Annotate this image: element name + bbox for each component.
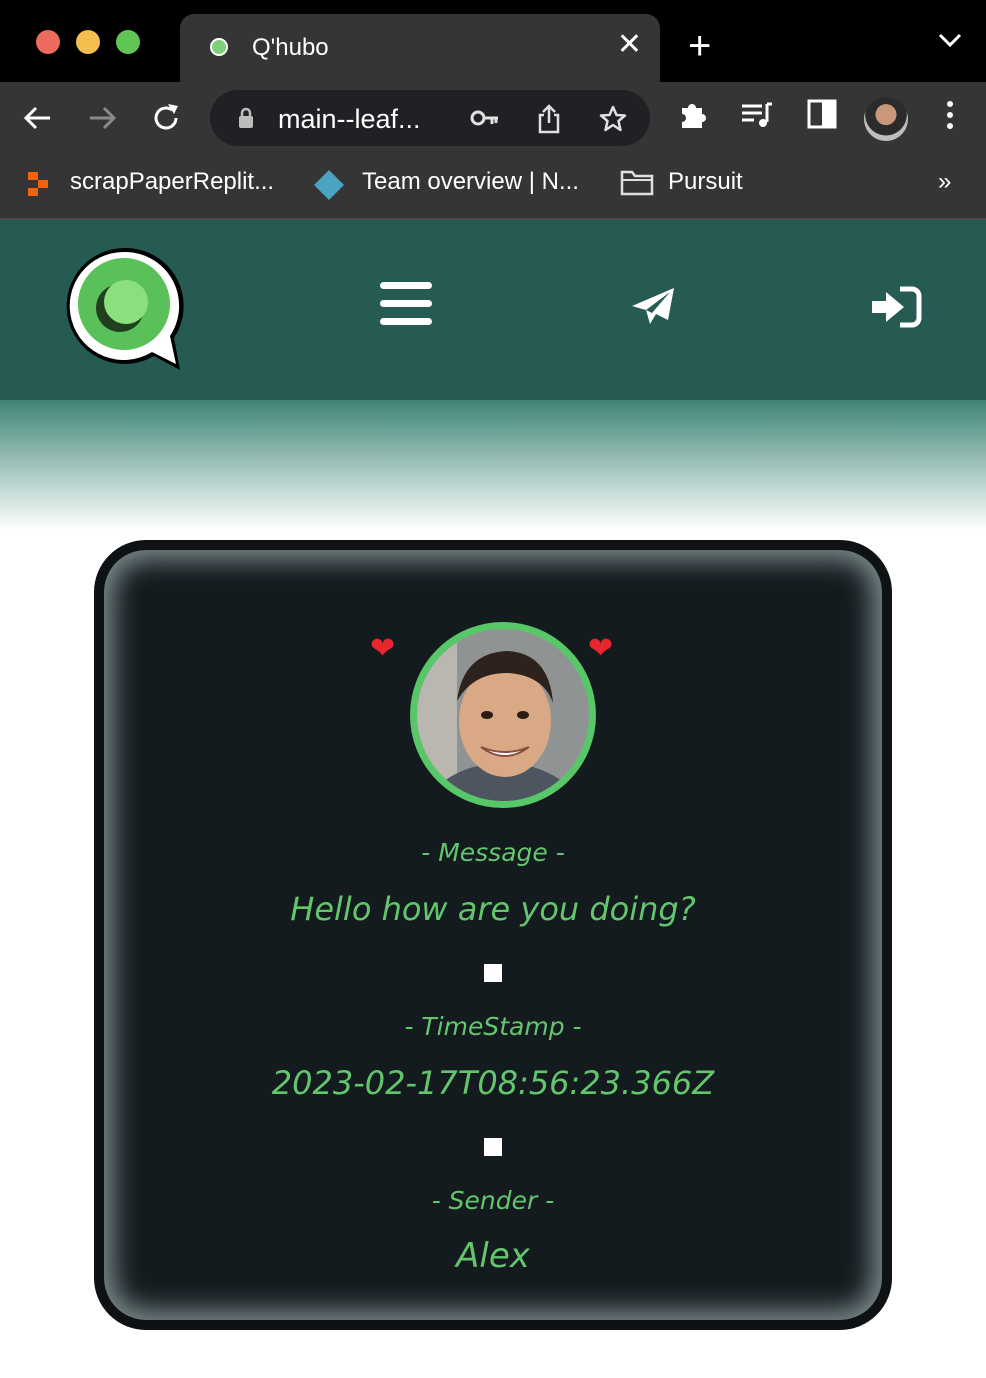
- bookmarks-bar: scrapPaperReplit... Team overview | N...…: [0, 154, 986, 220]
- minimize-window-button[interactable]: [76, 30, 100, 54]
- header-fade: [0, 400, 986, 530]
- timestamp-label: - TimeStamp -: [404, 1012, 582, 1041]
- replit-bookmark-icon: [28, 172, 48, 196]
- sender-value: Alex: [456, 1236, 530, 1276]
- timestamp-value: 2023-02-17T08:56:23.366Z: [271, 1064, 715, 1102]
- paper-plane-icon[interactable]: [630, 286, 676, 326]
- browser-title-bar: Q'hubo ✕ +: [0, 0, 986, 82]
- bookmark-star-icon[interactable]: [598, 104, 628, 134]
- bookmark-team-overview[interactable]: Team overview | N...: [362, 168, 579, 196]
- more-menu-icon[interactable]: [940, 98, 960, 132]
- app-navbar: [0, 220, 986, 400]
- lock-icon: [239, 107, 253, 128]
- url-text[interactable]: main--leaf...: [278, 104, 421, 135]
- bookmark-scrappaper[interactable]: scrapPaperReplit...: [70, 168, 274, 196]
- message-value: Hello how are you doing?: [290, 890, 696, 928]
- address-bar[interactable]: main--leaf...: [210, 90, 650, 146]
- message-card: ❤ ❤ - Message - Hello how are you doing?…: [94, 540, 892, 1330]
- share-icon[interactable]: [536, 104, 562, 134]
- bookmark-pursuit[interactable]: Pursuit: [668, 168, 743, 196]
- message-label: - Message -: [421, 838, 565, 867]
- side-panel-icon[interactable]: [806, 98, 838, 130]
- hamburger-menu-icon[interactable]: [380, 280, 432, 328]
- close-window-button[interactable]: [36, 30, 60, 54]
- heart-left-icon: ❤: [370, 632, 396, 665]
- separator-checkbox[interactable]: [484, 964, 502, 982]
- sender-avatar: [410, 622, 596, 808]
- separator-checkbox-2[interactable]: [484, 1138, 502, 1156]
- folder-icon: [620, 170, 654, 196]
- new-tab-button[interactable]: +: [688, 26, 711, 66]
- back-arrow-icon[interactable]: [20, 100, 56, 136]
- tab-close-icon[interactable]: ✕: [617, 30, 642, 60]
- media-queue-icon[interactable]: [740, 98, 774, 132]
- tab-title: Q'hubo: [252, 34, 329, 61]
- sender-face-image: [417, 629, 589, 801]
- extensions-puzzle-icon[interactable]: [678, 98, 710, 134]
- browser-toolbar: main--leaf...: [0, 82, 986, 154]
- browser-tab[interactable]: Q'hubo ✕: [180, 14, 660, 82]
- sender-label: - Sender -: [431, 1186, 555, 1215]
- maximize-window-button[interactable]: [116, 30, 140, 54]
- key-icon[interactable]: [470, 104, 500, 132]
- sign-in-icon[interactable]: [870, 286, 922, 328]
- profile-avatar[interactable]: [864, 97, 908, 141]
- forward-arrow-icon[interactable]: [84, 100, 120, 136]
- heart-right-icon: ❤: [588, 632, 614, 665]
- tab-favicon-icon: [210, 38, 228, 56]
- chevron-down-icon[interactable]: [936, 30, 964, 50]
- chat-bubble-logo-icon[interactable]: [62, 244, 188, 374]
- reload-icon[interactable]: [148, 100, 184, 136]
- bookmarks-more-icon[interactable]: »: [938, 168, 951, 196]
- diamond-bookmark-icon: [314, 170, 344, 200]
